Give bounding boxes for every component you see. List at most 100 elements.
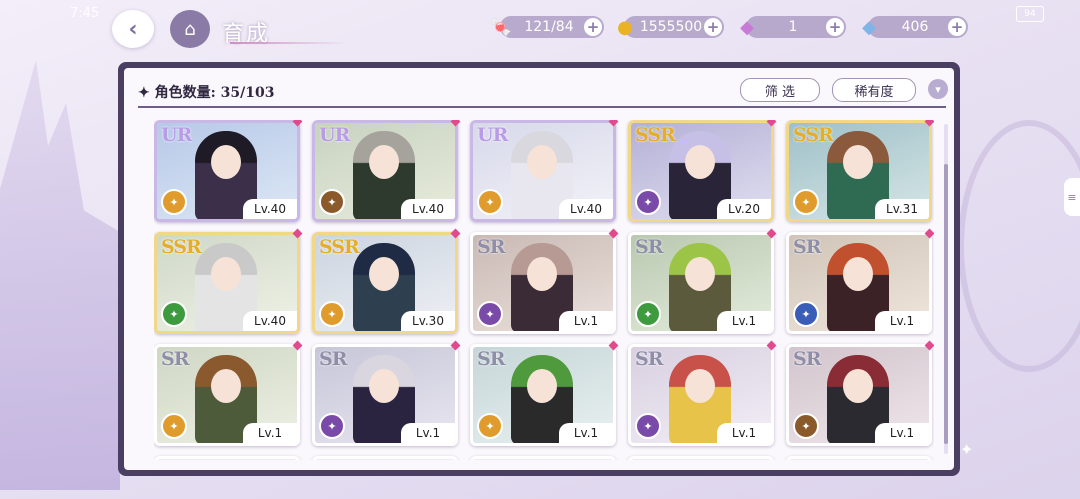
character-grid: UR ✦ Lv.40 UR ✦ Lv.40 UR ✦ Lv.40 SSR ✦ Lv.20 SSR ✦ Lv.…	[154, 120, 934, 460]
character-face	[843, 257, 873, 291]
rarity-badge: SR	[161, 348, 189, 370]
character-face	[843, 145, 873, 179]
chevron-down-icon: ▾	[935, 82, 941, 96]
level-label: Lv.40	[243, 311, 297, 331]
attribute-icon: ✦	[477, 413, 503, 439]
character-card[interactable]: UR ✦ Lv.40	[154, 120, 300, 222]
filter-button[interactable]: 筛 选	[740, 78, 820, 102]
add-candy-button[interactable]: +	[584, 18, 602, 36]
character-card[interactable]: SSR ✦ Lv.20	[628, 120, 774, 222]
candy-icon: 🍬	[489, 16, 513, 38]
character-card[interactable]: UR ✦ Lv.40	[470, 120, 616, 222]
add-coin-button[interactable]: +	[704, 18, 722, 36]
attribute-icon: ✦	[793, 413, 819, 439]
scroll-thumb[interactable]	[944, 164, 948, 444]
home-icon: ⌂	[184, 18, 196, 40]
character-card[interactable]: SR ✦ Lv.1	[470, 344, 616, 446]
attribute-icon: ✦	[793, 301, 819, 327]
character-face	[685, 257, 715, 291]
background-castle	[0, 60, 120, 490]
character-face	[685, 145, 715, 179]
character-card[interactable]: SR ✦ Lv.1	[786, 344, 932, 446]
character-card[interactable]: SR ✦ Lv.1	[154, 344, 300, 446]
level-label: Lv.1	[243, 423, 297, 443]
side-tab-icon: ≡	[1067, 190, 1077, 204]
character-face	[685, 369, 715, 403]
add-blue-gem-button[interactable]: +	[948, 18, 966, 36]
level-label: Lv.1	[401, 423, 455, 443]
character-card[interactable]	[786, 456, 932, 460]
battery-indicator: 94	[1016, 6, 1044, 22]
character-face	[527, 369, 557, 403]
level-label: Lv.1	[559, 311, 613, 331]
level-label: Lv.30	[401, 311, 455, 331]
character-face	[369, 257, 399, 291]
title-decoration	[230, 42, 350, 44]
rarity-badge: SR	[319, 348, 347, 370]
attribute-icon: ✦	[319, 189, 345, 215]
character-list-panel: ✦ 角色数量: 35/103 筛 选 稀有度 ▾ UR ✦ Lv.40 UR ✦ Lv.4…	[118, 62, 960, 476]
character-card[interactable]	[470, 456, 616, 460]
character-face	[527, 145, 557, 179]
level-label: Lv.40	[559, 199, 613, 219]
resource-coin: ● 1555500 +	[617, 16, 724, 38]
level-label: Lv.1	[875, 423, 929, 443]
level-label: Lv.1	[875, 311, 929, 331]
character-face	[369, 369, 399, 403]
sparkle-icon: ✦	[138, 85, 150, 101]
background-ferris-wheel	[958, 120, 1080, 372]
sort-rarity-button[interactable]: 稀有度	[832, 78, 916, 102]
level-label: Lv.1	[717, 311, 771, 331]
character-face	[211, 369, 241, 403]
resource-value: 1555500	[639, 19, 703, 35]
character-card[interactable]: SSR ✦ Lv.31	[786, 120, 932, 222]
level-label: Lv.1	[559, 423, 613, 443]
home-button[interactable]: ⌂	[170, 10, 210, 48]
character-face	[211, 257, 241, 291]
divider	[138, 106, 946, 108]
rarity-badge: SR	[477, 348, 505, 370]
character-face	[369, 145, 399, 179]
side-tab[interactable]: ≡	[1064, 178, 1080, 216]
character-card[interactable]: SR ✦ Lv.1	[786, 232, 932, 334]
back-button[interactable]: ‹	[112, 10, 154, 48]
attribute-icon: ✦	[635, 301, 661, 327]
resource-value: 121/84	[524, 19, 574, 35]
character-card[interactable]: UR ✦ Lv.40	[312, 120, 458, 222]
attribute-icon: ✦	[161, 413, 187, 439]
back-arrow-icon: ‹	[128, 16, 138, 42]
rarity-badge: SR	[635, 348, 663, 370]
add-pink-gem-button[interactable]: +	[826, 18, 844, 36]
attribute-icon: ✦	[477, 301, 503, 327]
rarity-badge: SSR	[161, 236, 202, 258]
character-face	[211, 145, 241, 179]
resource-blue-gem: ◆ 406 +	[862, 16, 968, 38]
rarity-badge: UR	[319, 124, 350, 146]
character-count-label: ✦ 角色数量: 35/103	[138, 85, 275, 101]
level-label: Lv.20	[717, 199, 771, 219]
pink-diamond-icon: ◆	[740, 16, 754, 38]
character-card[interactable]	[628, 456, 774, 460]
rarity-badge: UR	[477, 124, 508, 146]
character-card[interactable]: SR ✦ Lv.1	[312, 344, 458, 446]
character-card[interactable]	[154, 456, 300, 460]
sort-order-toggle[interactable]: ▾	[928, 79, 948, 99]
rarity-badge: SR	[793, 348, 821, 370]
status-time: 7:45	[70, 6, 100, 21]
attribute-icon: ✦	[161, 189, 187, 215]
rarity-badge: SR	[635, 236, 663, 258]
character-card[interactable]: SSR ✦ Lv.40	[154, 232, 300, 334]
attribute-icon: ✦	[635, 189, 661, 215]
character-card[interactable]: SSR ✦ Lv.30	[312, 232, 458, 334]
level-label: Lv.40	[401, 199, 455, 219]
character-card[interactable]: SR ✦ Lv.1	[628, 344, 774, 446]
scrollbar[interactable]	[944, 124, 948, 454]
blue-diamond-icon: ◆	[862, 16, 876, 38]
character-face	[843, 369, 873, 403]
rarity-badge: SR	[477, 236, 505, 258]
resource-value: 406	[901, 19, 929, 35]
level-label: Lv.1	[717, 423, 771, 443]
character-card[interactable]	[312, 456, 458, 460]
character-card[interactable]: SR ✦ Lv.1	[470, 232, 616, 334]
character-card[interactable]: SR ✦ Lv.1	[628, 232, 774, 334]
